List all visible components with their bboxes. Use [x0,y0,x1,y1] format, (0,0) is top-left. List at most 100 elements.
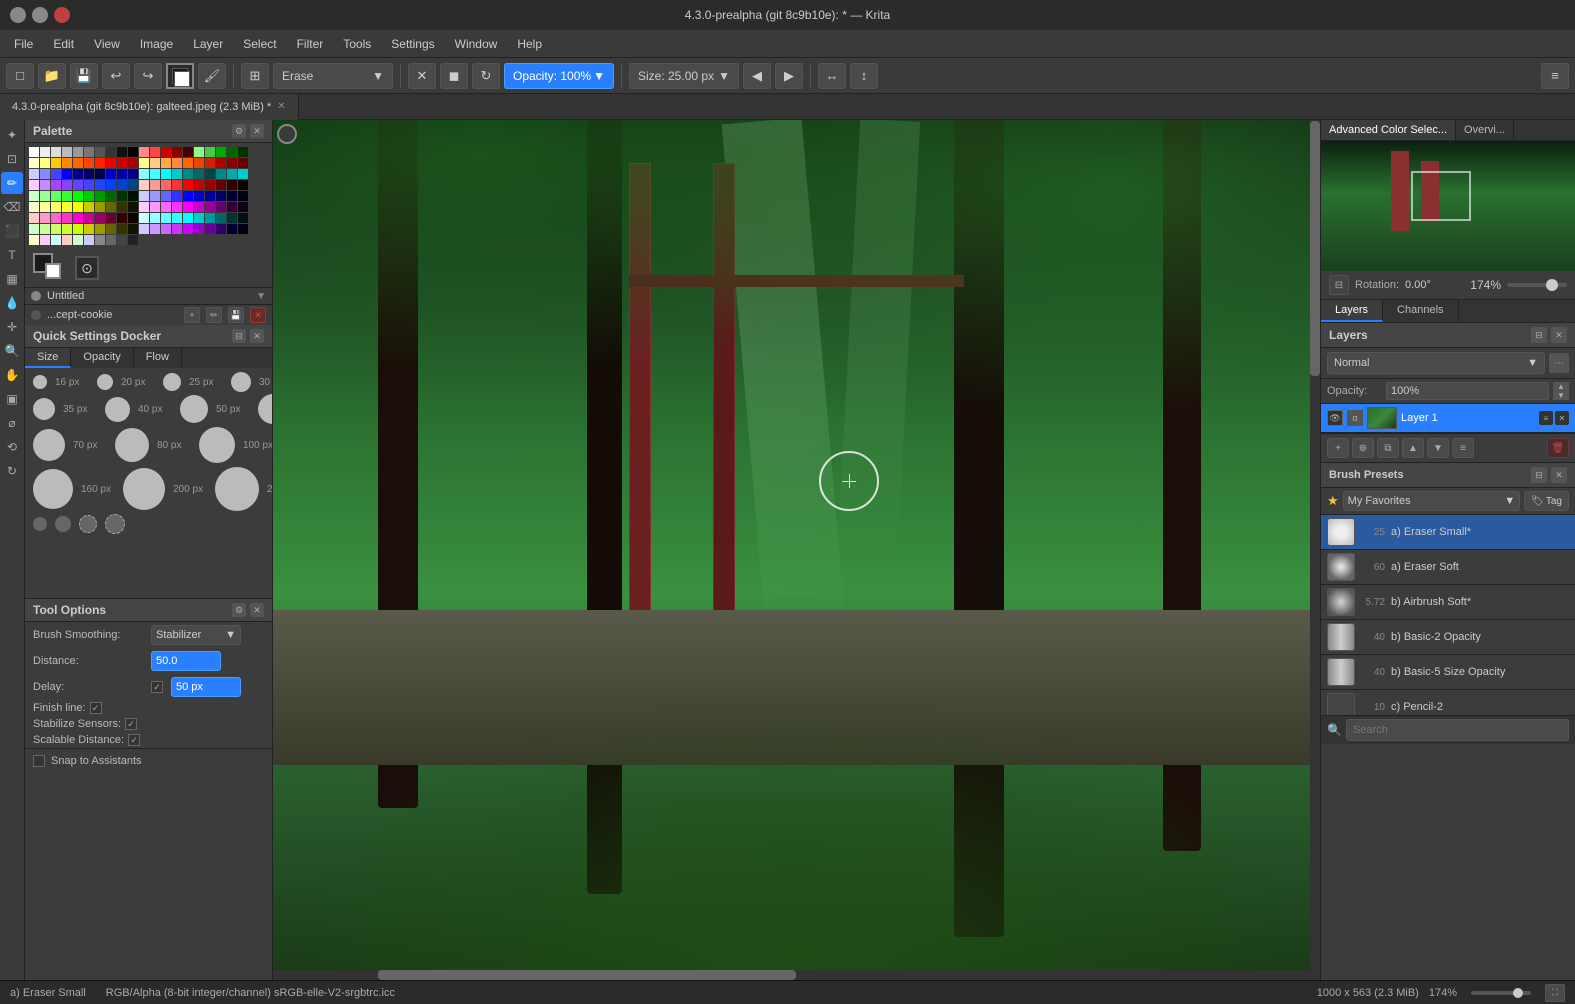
tool-options-settings-btn[interactable]: ⚙ [232,603,246,617]
fill-tool[interactable]: ⬛ [1,220,23,242]
palette-cell[interactable] [117,158,127,168]
palette-cell[interactable] [95,202,105,212]
palette-cell[interactable] [150,180,160,190]
palette-cell[interactable] [205,180,215,190]
palette-cell[interactable] [29,191,39,201]
palette-cell[interactable] [29,180,39,190]
move-layer-up-button[interactable]: ▲ [1402,438,1424,458]
palette-cell[interactable] [238,213,248,223]
palette-cell[interactable] [227,191,237,201]
select-lasso-tool[interactable]: ⌀ [1,412,23,434]
palette-cell[interactable] [216,147,226,157]
palette-cell[interactable] [205,202,215,212]
palette-cell[interactable] [238,158,248,168]
undo-button[interactable]: ↩ [102,63,130,89]
delay-input[interactable]: 50 px [171,677,241,697]
palette-cell[interactable] [29,213,39,223]
palette-cell[interactable] [205,224,215,234]
palette-cell[interactable] [139,213,149,223]
palette-cell[interactable] [51,191,61,201]
palette-cell[interactable] [29,202,39,212]
palette-cell[interactable] [62,191,72,201]
palette-cell[interactable] [238,180,248,190]
palette-cell[interactable] [62,235,72,245]
palette-cell[interactable] [95,213,105,223]
palette-cell[interactable] [95,180,105,190]
palette-cell[interactable] [183,213,193,223]
palette-settings-button[interactable]: ⚙ [232,124,246,138]
close-button[interactable] [54,7,70,23]
palette-cell[interactable] [62,224,72,234]
palette-cell[interactable] [117,235,127,245]
palette-cell[interactable] [29,147,39,157]
maximize-button[interactable] [32,7,48,23]
palette-cell[interactable] [238,202,248,212]
palette-cell[interactable] [216,213,226,223]
brush-preset-item[interactable]: 25a) Eraser Small* [1321,515,1575,550]
brush-size-35[interactable] [33,398,55,420]
quick-settings-header[interactable]: Quick Settings Docker ⊟ ✕ [25,325,272,348]
palette-cell[interactable] [73,202,83,212]
palette-cell[interactable] [139,224,149,234]
palette-cell[interactable] [51,224,61,234]
brush-preset-item[interactable]: 40b) Basic-5 Size Opacity [1321,655,1575,690]
palette-cell[interactable] [95,147,105,157]
opacity-up-btn[interactable]: ▲ [1553,382,1569,391]
palette-cell[interactable] [40,147,50,157]
tool-options-header[interactable]: Tool Options ⚙ ✕ [25,599,272,622]
add-group-button[interactable]: ⊕ [1352,438,1374,458]
palette-cell[interactable] [238,191,248,201]
menu-filter[interactable]: Filter [287,33,334,55]
menu-layer[interactable]: Layer [183,33,233,55]
palette-cell[interactable] [117,202,127,212]
flatten-layers-button[interactable]: ≡ [1452,438,1474,458]
palette-cell[interactable] [205,158,215,168]
palette-cell[interactable] [205,191,215,201]
tab-advanced-color[interactable]: Advanced Color Selec... [1321,120,1456,140]
palette-cell[interactable] [172,147,182,157]
palette-cell[interactable] [139,158,149,168]
opacity-display[interactable]: Opacity: 100% ▼ [504,63,614,89]
palette-cell[interactable] [73,147,83,157]
zoom-slider-thumb[interactable] [1546,279,1558,291]
refresh-button[interactable]: ↻ [472,63,500,89]
brush-edit-button[interactable]: ✏ [206,307,222,323]
palette-cell[interactable] [161,158,171,168]
tag-button[interactable]: 🏷 Tag [1524,491,1569,511]
palette-cell[interactable] [227,224,237,234]
palette-cell[interactable] [183,180,193,190]
brush-size-custom-2[interactable] [55,516,71,532]
palette-cell[interactable] [205,213,215,223]
palette-cell[interactable] [84,202,94,212]
palette-cell[interactable] [40,235,50,245]
palette-cell[interactable] [62,169,72,179]
palette-cell[interactable] [73,224,83,234]
palette-cell[interactable] [128,158,138,168]
palette-cell[interactable] [216,158,226,168]
size-display[interactable]: Size: 25.00 px ▼ [629,63,739,89]
palette-cell[interactable] [106,224,116,234]
palette-cell[interactable] [227,202,237,212]
palette-cell[interactable] [73,235,83,245]
palette-cell[interactable] [172,224,182,234]
brush-preset-item[interactable]: 60a) Eraser Soft [1321,550,1575,585]
distance-input[interactable]: 50.0 [151,651,221,671]
palette-cell[interactable] [51,213,61,223]
minimize-button[interactable] [10,7,26,23]
palette-cell[interactable] [161,169,171,179]
palette-cell[interactable] [84,158,94,168]
layer-item-1[interactable]: 👁 α Layer 1 ≡ ✕ [1321,404,1575,433]
palette-cell[interactable] [73,180,83,190]
palette-cell[interactable] [161,224,171,234]
brush-size-custom-4[interactable] [105,514,125,534]
palette-cell[interactable] [139,202,149,212]
scrollbar-thumb-v[interactable] [1310,121,1320,376]
brush-preset-button[interactable]: 🖌 [198,63,226,89]
new-document-button[interactable]: □ [6,63,34,89]
clear-button[interactable]: ✕ [408,63,436,89]
brush-preset-item[interactable]: 40b) Basic-2 Opacity [1321,620,1575,655]
palette-cell[interactable] [29,224,39,234]
layer-alpha-lock[interactable]: α [1347,410,1363,426]
palette-cell[interactable] [51,235,61,245]
palette-cell[interactable] [84,235,94,245]
